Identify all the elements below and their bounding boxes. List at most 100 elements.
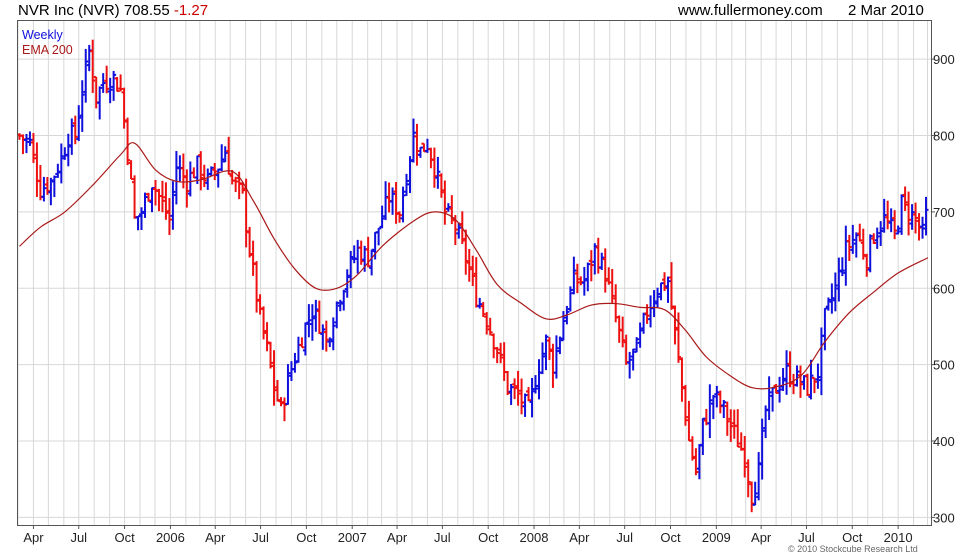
weekly-bar [693, 448, 699, 476]
weekly-bar [309, 304, 315, 341]
weekly-bar [278, 397, 284, 407]
weekly-bar [261, 306, 267, 340]
x-tick-label: Oct [114, 530, 135, 545]
weekly-bar [557, 336, 563, 355]
weekly-bar [288, 361, 294, 381]
weekly-bar [682, 384, 688, 426]
weekly-bar [376, 227, 382, 246]
x-axis: Apr Jul Oct 2006 Apr Jul Oct 2007 Apr Jul Oct 2008 A… [23, 525, 913, 545]
x-tick-label: 2006 [156, 530, 185, 545]
weekly-bar [86, 44, 92, 72]
legend-weekly: Weekly [22, 28, 64, 42]
weekly-bar [369, 248, 375, 276]
weekly-bar [526, 386, 532, 402]
weekly-bar [665, 276, 671, 303]
weekly-bar [539, 342, 545, 375]
chart-date: 2 Mar 2010 [848, 2, 924, 19]
weekly-bar [766, 376, 772, 420]
weekly-bar [72, 115, 78, 145]
weekly-bar [212, 162, 218, 181]
weekly-bar [414, 123, 420, 166]
weekly-bar [142, 192, 148, 218]
weekly-bar [553, 335, 559, 379]
weekly-bar [853, 232, 859, 258]
weekly-bar [299, 337, 305, 349]
weekly-bar [320, 324, 326, 350]
x-tick-label: Jul [798, 530, 815, 545]
weekly-bar [97, 86, 103, 120]
weekly-bar [316, 300, 322, 334]
x-tick-label: 2010 [884, 530, 913, 545]
weekly-bar [648, 295, 654, 328]
weekly-bar [501, 342, 507, 381]
weekly-bar [902, 186, 908, 212]
weekly-bar [62, 147, 68, 160]
weekly-bar [281, 397, 287, 422]
weekly-bar [717, 390, 723, 414]
x-tick-label: Jul [434, 530, 451, 545]
weekly-bar [100, 73, 106, 93]
weekly-bar [637, 322, 643, 348]
weekly-bar [508, 383, 514, 406]
weekly-bar [264, 322, 270, 352]
x-tick-label: Oct [660, 530, 681, 545]
weekly-bar [118, 74, 124, 92]
weekly-bar [777, 376, 783, 403]
weekly-bar [846, 234, 852, 262]
weekly-bar [512, 378, 518, 400]
weekly-bar [424, 138, 430, 153]
x-tick-label: Apr [387, 530, 408, 545]
weekly-bar [801, 375, 807, 390]
weekly-bar [393, 181, 399, 224]
x-tick-label: Apr [23, 530, 44, 545]
weekly-bar [292, 352, 298, 373]
weekly-bar [784, 350, 790, 395]
site-link[interactable]: www.fullermoney.com [678, 2, 823, 19]
x-tick-label: Jul [616, 530, 633, 545]
x-tick-label: 2008 [520, 530, 549, 545]
y-tick-label: 600 [933, 281, 955, 296]
weekly-bar [306, 304, 312, 338]
weekly-bar [752, 481, 758, 506]
weekly-bar [707, 384, 713, 439]
weekly-bar [58, 143, 64, 184]
weekly-bar [850, 224, 856, 254]
weekly-bar [397, 211, 403, 223]
weekly-bar [435, 156, 441, 189]
weekly-bar [602, 248, 608, 293]
weekly-bar [438, 173, 444, 198]
x-tick-label: Apr [751, 530, 772, 545]
weekly-bar [205, 168, 211, 190]
weekly-bar [864, 253, 870, 277]
weekly-bar [658, 282, 664, 301]
weekly-bar [417, 146, 423, 158]
weekly-bar [285, 364, 291, 405]
weekly-bar [546, 337, 552, 360]
x-tick-label: Oct [296, 530, 317, 545]
weekly-bar [588, 250, 594, 282]
weekly-bar [104, 65, 110, 94]
y-tick-label: 300 [933, 510, 955, 525]
title-text: NVR Inc (NVR) 708.55 [18, 2, 170, 19]
weekly-bar [247, 226, 253, 258]
y-tick-label: 900 [933, 52, 955, 67]
weekly-bar [128, 160, 134, 180]
x-tick-label: Apr [205, 530, 226, 545]
weekly-bar [567, 286, 573, 312]
weekly-bar [184, 169, 190, 208]
weekly-bar [749, 481, 755, 513]
weekly-bar [745, 459, 751, 498]
weekly-bar [473, 257, 479, 308]
weekly-bar [860, 228, 866, 260]
weekly-bar [679, 357, 685, 402]
weekly-bar [428, 147, 434, 169]
weekly-bar [323, 320, 329, 352]
x-tick-label: Oct [478, 530, 499, 545]
weekly-bar [302, 322, 308, 356]
weekly-bar [51, 175, 57, 198]
price-change: -1.27 [173, 2, 209, 19]
weekly-bar [871, 233, 877, 244]
x-tick-label: 2007 [338, 530, 367, 545]
weekly-bar [843, 225, 849, 286]
weekly-bar [107, 77, 113, 104]
